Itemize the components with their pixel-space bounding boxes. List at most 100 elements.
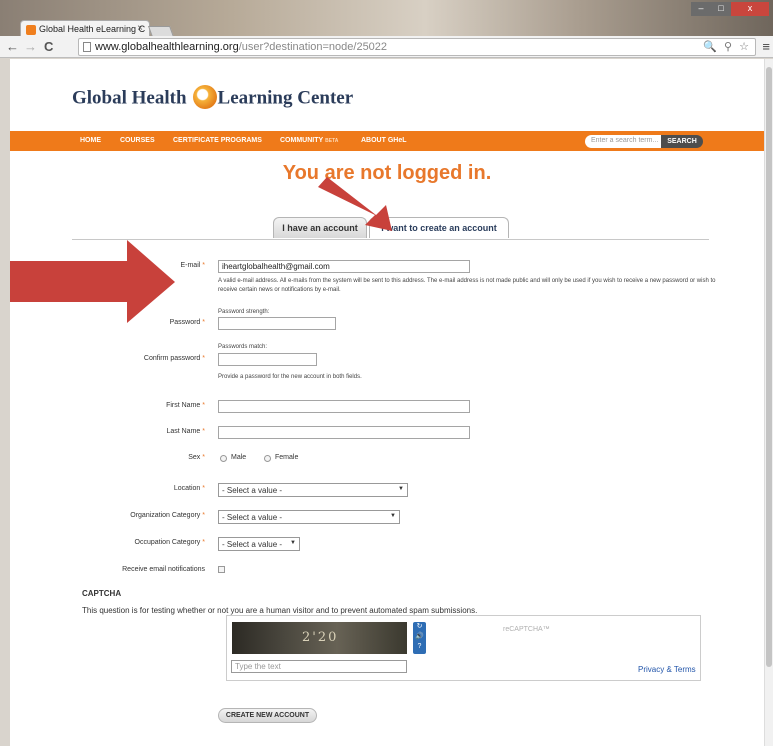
sex-label-text: Sex	[188, 454, 201, 461]
logo-text-right: Learning Center	[217, 87, 354, 109]
close-window-button[interactable]: x	[731, 2, 769, 16]
last-name-label-text: Last Name	[166, 428, 201, 435]
organization-category-select[interactable]: - Select a value - ▼	[218, 510, 400, 524]
confirm-password-field[interactable]	[218, 353, 317, 366]
tab-have-account[interactable]: I have an account	[273, 217, 367, 238]
nav-home[interactable]: HOME	[80, 137, 101, 144]
url-domain: www.globalhealthlearning.org	[95, 41, 239, 53]
email-notifications-label: Receive email notifications	[122, 566, 205, 573]
web-page: Global Health Learning Center HOME COURSE…	[10, 59, 764, 746]
help-icon[interactable]: ?	[413, 642, 426, 652]
minimize-button[interactable]: –	[691, 2, 711, 16]
sex-male-label: Male	[231, 454, 247, 461]
scrollbar[interactable]	[764, 59, 773, 746]
logo-text-left: Global Health	[72, 87, 187, 109]
password-field[interactable]	[218, 317, 336, 330]
password-strength-text: Password strength:	[218, 309, 270, 315]
required-mark: *	[202, 539, 205, 546]
main-nav: HOME COURSES CERTIFICATE PROGRAMS COMMUN…	[10, 131, 764, 151]
location-label-text: Location	[173, 485, 201, 492]
create-account-button[interactable]: CREATE NEW ACCOUNT	[218, 708, 317, 723]
sun-logo-icon	[192, 85, 217, 109]
maximize-button[interactable]: □	[711, 2, 731, 16]
scrollbar-thumb[interactable]	[766, 67, 772, 667]
location-label: Location *	[10, 485, 205, 492]
omnibox-icons[interactable]: 🔍 ⚲ ☆	[703, 40, 751, 53]
reload-icon[interactable]: C	[44, 39, 53, 54]
first-name-field[interactable]	[218, 400, 470, 413]
recaptcha-logo: reCAPTCHA™	[503, 626, 550, 633]
nav-certificate-programs[interactable]: CERTIFICATE PROGRAMS	[173, 137, 262, 144]
privacy-terms-link[interactable]: Privacy & Terms	[638, 665, 696, 674]
organization-category-label: Organization Category *	[10, 512, 205, 519]
occupation-category-value: - Select a value -	[222, 540, 283, 549]
location-select[interactable]: - Select a value - ▼	[218, 483, 408, 497]
back-icon[interactable]: ←	[6, 39, 19, 54]
audio-icon[interactable]: 🔊	[413, 632, 426, 642]
required-mark: *	[202, 402, 205, 409]
tab-create-account[interactable]: I want to create an account	[369, 217, 509, 238]
tab-close-icon[interactable]: ×	[137, 23, 143, 34]
browser-toolbar: ← → C www.globalhealthlearning.org/user?…	[0, 36, 773, 58]
last-name-field[interactable]	[218, 426, 470, 439]
forward-icon[interactable]: →	[24, 39, 37, 54]
email-description: A valid e-mail address. All e-mails from…	[218, 278, 716, 293]
search-input[interactable]: Enter a search term...	[585, 135, 661, 148]
chevron-down-icon: ▼	[390, 513, 396, 519]
required-mark: *	[202, 454, 205, 461]
captcha-controls: ↻ 🔊 ?	[413, 622, 426, 654]
captcha-image-text: 2'20	[302, 630, 339, 645]
required-mark: *	[202, 319, 205, 326]
confirm-password-label: Confirm password *	[10, 355, 205, 362]
refresh-icon[interactable]: ↻	[413, 622, 426, 632]
captcha-description: This question is for testing whether or …	[82, 606, 478, 615]
menu-icon[interactable]: ≡	[762, 39, 770, 54]
required-mark: *	[202, 428, 205, 435]
confirm-password-label-text: Confirm password	[143, 355, 201, 362]
sex-female-radio[interactable]	[264, 455, 271, 462]
required-mark: *	[202, 485, 205, 492]
required-mark: *	[202, 512, 205, 519]
email-notifications-checkbox[interactable]	[218, 566, 225, 573]
sex-label: Sex *	[10, 454, 205, 461]
email-label-text: E-mail	[180, 262, 201, 269]
sex-female-label: Female	[275, 454, 299, 461]
first-name-label-text: First Name	[166, 402, 201, 409]
site-logo[interactable]: Global Health Learning Center	[72, 85, 354, 111]
organization-category-label-text: Organization Category	[130, 512, 201, 519]
address-bar[interactable]: www.globalhealthlearning.org/user?destin…	[78, 38, 756, 56]
search-button[interactable]: SEARCH	[661, 135, 703, 148]
favicon-icon	[26, 25, 36, 35]
password-description: Provide a password for the new account i…	[218, 374, 362, 380]
email-field[interactable]: iheartglobalhealth@gmail.com	[218, 260, 470, 273]
window-controls: – □ x	[691, 2, 769, 16]
password-label: Password *	[10, 319, 205, 326]
required-mark: *	[202, 262, 205, 269]
nav-community[interactable]: COMMUNITY BETA	[280, 137, 338, 144]
url-path: /user?destination=node/25022	[238, 41, 388, 53]
captcha-input[interactable]: Type the text	[231, 660, 407, 673]
last-name-label: Last Name *	[10, 428, 205, 435]
chevron-down-icon: ▼	[398, 486, 404, 492]
password-label-text: Password	[169, 319, 201, 326]
organization-category-value: - Select a value -	[222, 513, 283, 522]
required-mark: *	[202, 355, 205, 362]
occupation-category-label-text: Occupation Category	[134, 539, 201, 546]
divider	[72, 239, 709, 240]
location-value: - Select a value -	[222, 486, 283, 495]
captcha-image: 2'20	[232, 622, 407, 654]
occupation-category-select[interactable]: - Select a value - ▼	[218, 537, 300, 551]
chevron-down-icon: ▼	[290, 540, 296, 546]
nav-community-label: COMMUNITY	[280, 137, 324, 144]
beta-badge: BETA	[325, 138, 339, 144]
page-icon	[83, 42, 91, 52]
recaptcha-widget: 2'20 ↻ 🔊 ? reCAPTCHA™ Type the text Priv…	[226, 615, 701, 681]
first-name-label: First Name *	[10, 402, 205, 409]
sex-male-radio[interactable]	[220, 455, 227, 462]
page-title: You are not logged in.	[282, 162, 492, 184]
email-label: E-mail *	[10, 262, 205, 269]
captcha-title: CAPTCHA	[82, 589, 122, 598]
nav-courses[interactable]: COURSES	[120, 137, 155, 144]
passwords-match-text: Passwords match:	[218, 344, 268, 350]
nav-about[interactable]: ABOUT GHeL	[361, 137, 407, 144]
